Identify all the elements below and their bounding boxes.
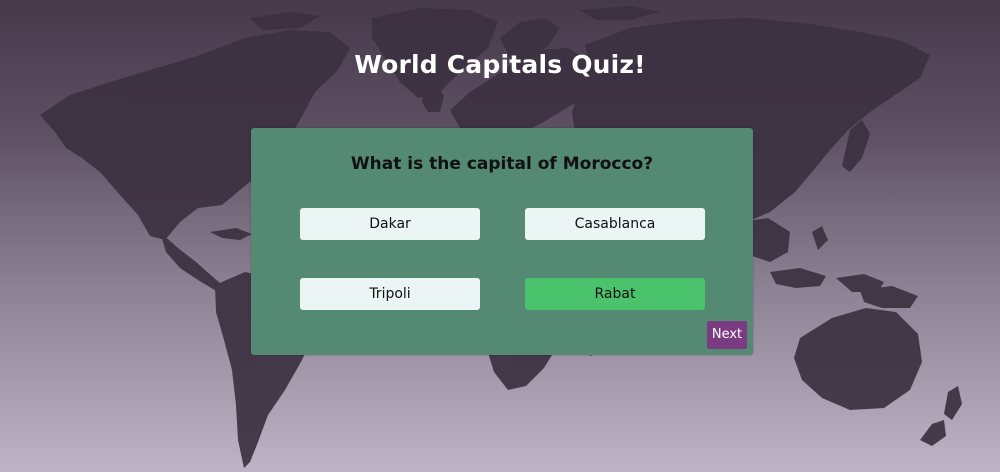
- next-button[interactable]: Next: [707, 321, 747, 349]
- new-zealand-islands: [920, 386, 962, 446]
- answer-button-dakar[interactable]: Dakar: [300, 208, 480, 240]
- central-america-landmass: [160, 232, 226, 292]
- new-guinea-island: [860, 286, 918, 308]
- page-title: World Capitals Quiz!: [354, 50, 646, 79]
- question-text: What is the capital of Morocco?: [350, 154, 654, 174]
- answer-button-casablanca[interactable]: Casablanca: [525, 208, 705, 240]
- answer-button-tripoli[interactable]: Tripoli: [300, 278, 480, 310]
- answer-button-rabat[interactable]: Rabat: [525, 278, 705, 310]
- australia-landmass: [794, 308, 922, 410]
- quiz-card: What is the capital of Morocco? Dakar Ca…: [251, 128, 753, 355]
